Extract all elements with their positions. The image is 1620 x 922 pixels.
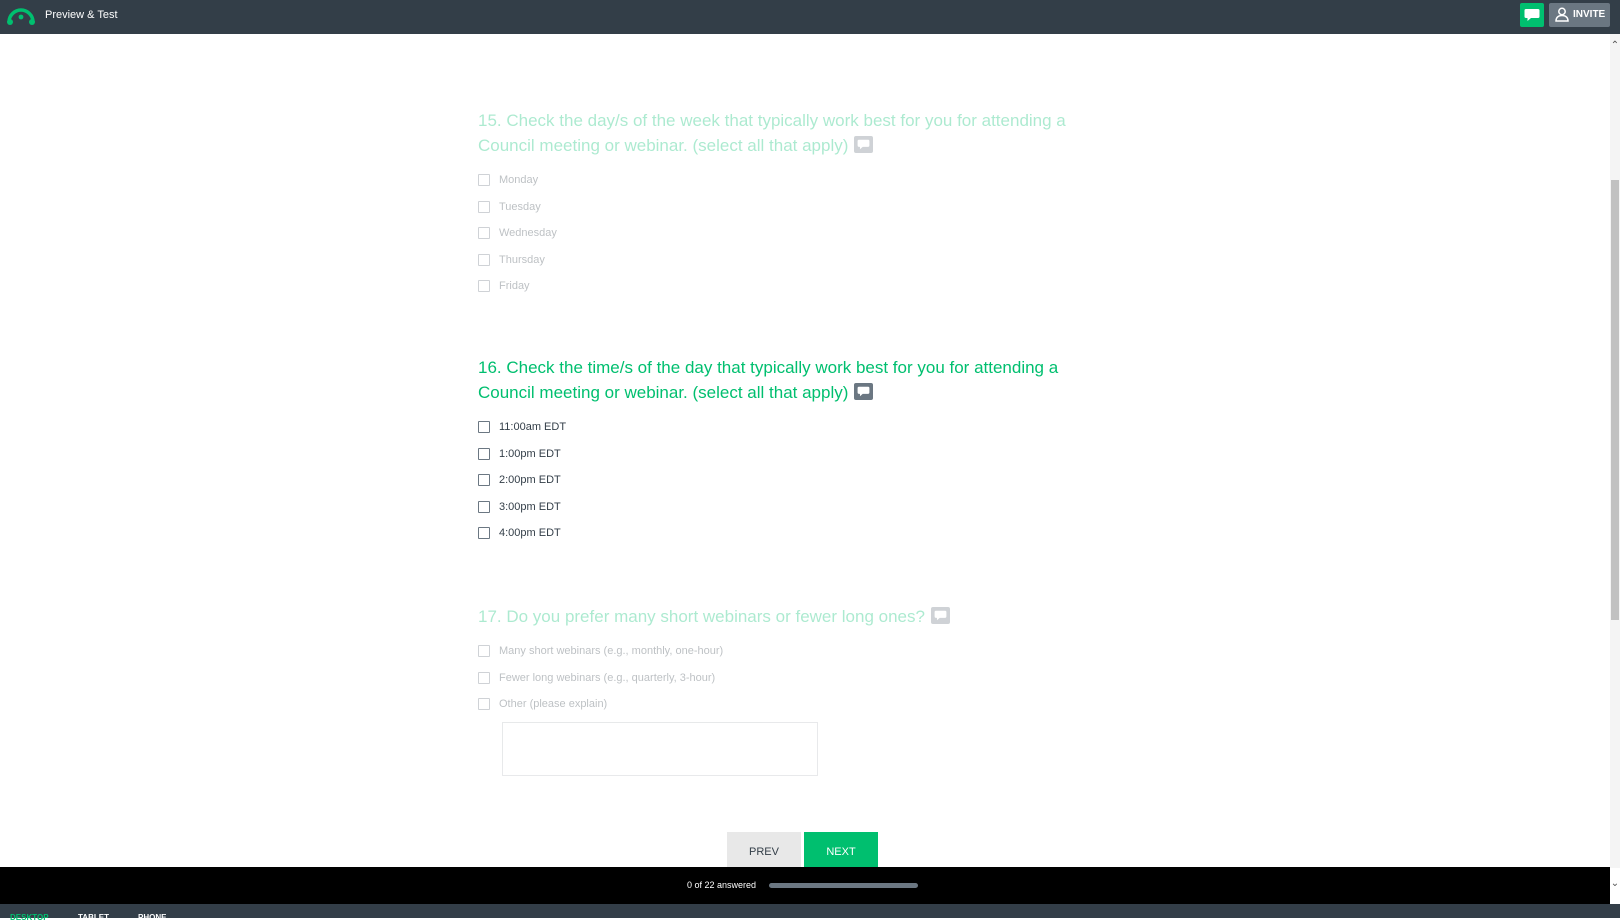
comment-icon[interactable] <box>854 383 874 400</box>
checkbox[interactable] <box>478 671 490 684</box>
checkbox[interactable] <box>478 447 490 460</box>
option-label: Wednesday <box>499 227 557 240</box>
checkbox[interactable] <box>478 698 490 711</box>
checkbox[interactable] <box>478 645 490 658</box>
question-15: 15. Check the day/s of the week that typ… <box>478 108 1098 300</box>
top-header-bar: Preview & Test INVITE <box>0 0 1620 34</box>
person-icon <box>1555 7 1569 22</box>
question-16: 16. Check the time/s of the day that typ… <box>478 355 1098 547</box>
option-label: Many short webinars (e.g., monthly, one-… <box>499 645 724 658</box>
checkbox[interactable] <box>478 500 490 513</box>
scroll-up-arrow-icon[interactable]: ⌃ <box>1610 40 1620 52</box>
checkbox-option[interactable]: Monday <box>478 167 1098 194</box>
invite-button[interactable]: INVITE <box>1549 3 1610 27</box>
option-label: Fewer long webinars (e.g., quarterly, 3-… <box>499 671 716 684</box>
checkbox-option[interactable]: 11:00am EDT <box>478 414 1098 441</box>
option-label: Tuesday <box>499 200 541 213</box>
page-title: Preview & Test <box>45 9 118 21</box>
checkbox-option[interactable]: 4:00pm EDT <box>478 520 1098 547</box>
option-label: 2:00pm EDT <box>499 474 561 487</box>
checkbox-option[interactable]: 3:00pm EDT <box>478 494 1098 521</box>
question-17: 17. Do you prefer many short webinars or… <box>478 604 1098 776</box>
checkbox[interactable] <box>478 200 490 213</box>
checkbox[interactable] <box>478 227 490 240</box>
checkbox[interactable] <box>478 527 490 540</box>
question-title: 17. Do you prefer many short webinars or… <box>478 604 1098 629</box>
checkbox[interactable] <box>478 174 490 187</box>
checkbox-option[interactable]: Wednesday <box>478 220 1098 247</box>
option-label: 4:00pm EDT <box>499 527 561 540</box>
scrollbar-thumb[interactable] <box>1611 180 1619 620</box>
surveymonkey-logo-icon[interactable] <box>6 5 36 27</box>
checkbox-option[interactable]: 2:00pm EDT <box>478 467 1098 494</box>
checkbox-option[interactable]: 1:00pm EDT <box>478 441 1098 468</box>
speech-bubble-icon <box>1524 9 1540 21</box>
option-label: Other (please explain) <box>499 698 608 711</box>
option-label: 3:00pm EDT <box>499 500 561 513</box>
device-view-bar: DESKTOP TABLET PHONE <box>0 904 1620 922</box>
checkbox[interactable] <box>478 253 490 266</box>
checkbox[interactable] <box>478 280 490 293</box>
option-label: Friday <box>499 280 530 293</box>
checkbox-option[interactable]: Other (please explain) <box>478 691 1098 718</box>
prev-button[interactable]: PREV <box>727 832 801 872</box>
option-label: 1:00pm EDT <box>499 447 561 460</box>
progress-text: 0 of 22 answered <box>687 880 757 890</box>
progress-footer: 0 of 22 answered <box>0 867 1610 904</box>
checkbox[interactable] <box>478 474 490 487</box>
checkbox[interactable] <box>478 421 490 434</box>
option-label: 11:00am EDT <box>499 421 567 434</box>
progress-bar <box>769 883 918 888</box>
feedback-button[interactable] <box>1520 3 1544 27</box>
other-explain-textarea[interactable] <box>502 721 818 776</box>
question-title: 16. Check the time/s of the day that typ… <box>478 358 1059 402</box>
next-button[interactable]: NEXT <box>804 832 878 872</box>
comment-icon[interactable] <box>854 136 874 153</box>
question-title: 15. Check the day/s of the week that typ… <box>478 111 1066 155</box>
checkbox-option[interactable]: Tuesday <box>478 194 1098 221</box>
invite-label: INVITE <box>1573 9 1606 20</box>
scroll-down-arrow-icon[interactable]: ⌄ <box>1610 878 1620 890</box>
checkbox-option[interactable]: Many short webinars (e.g., monthly, one-… <box>478 638 1098 665</box>
checkbox-option[interactable]: Friday <box>478 273 1098 300</box>
comment-icon[interactable] <box>930 607 950 624</box>
checkbox-option[interactable]: Fewer long webinars (e.g., quarterly, 3-… <box>478 665 1098 692</box>
option-label: Monday <box>499 174 539 187</box>
option-label: Thursday <box>499 253 545 266</box>
checkbox-option[interactable]: Thursday <box>478 247 1098 274</box>
